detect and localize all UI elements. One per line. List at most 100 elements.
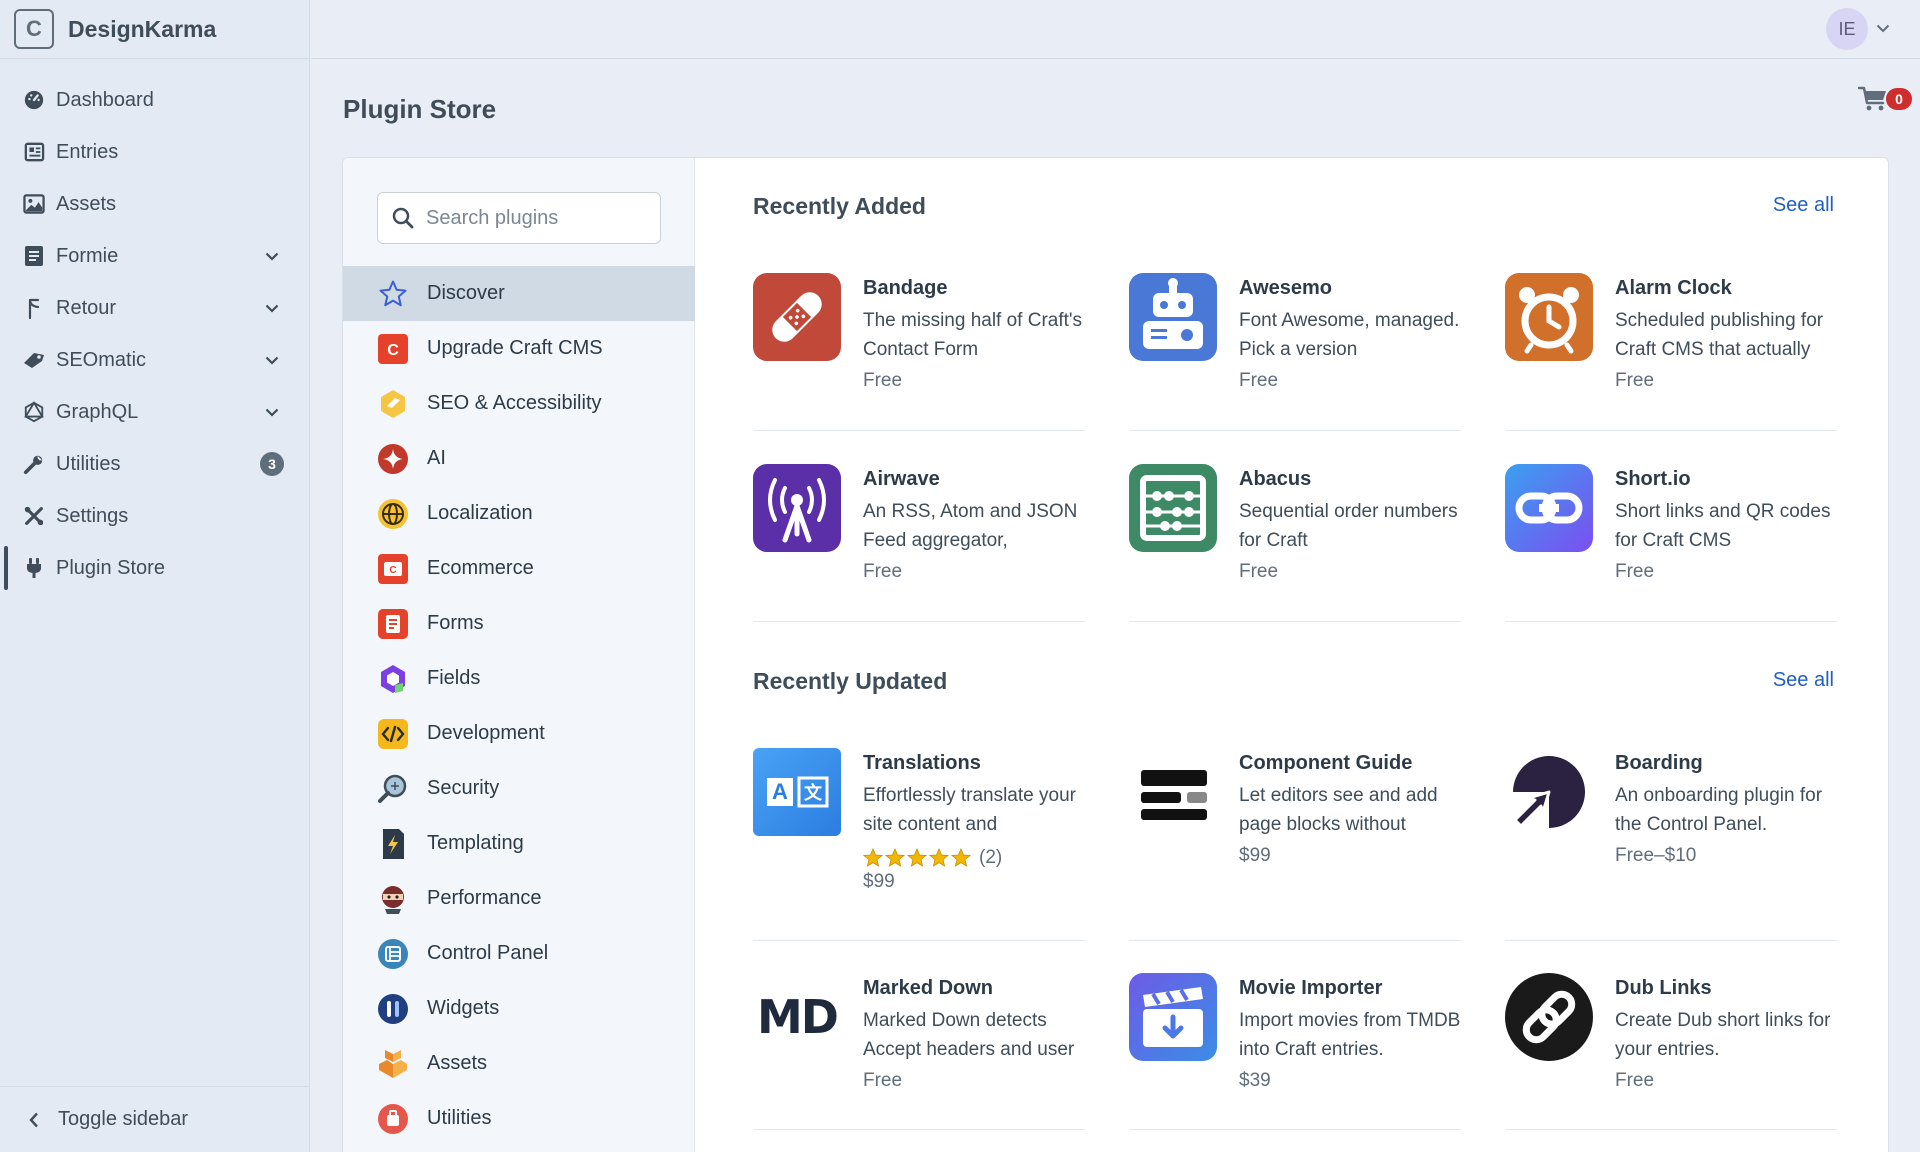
category-upgrade-craft[interactable]: C Upgrade Craft CMS bbox=[343, 321, 695, 376]
nav-label: Utilities bbox=[56, 452, 121, 475]
plugin-card-abacus[interactable]: Abacus Sequential order numbers for Craf… bbox=[1129, 464, 1461, 622]
cart-button[interactable]: 0 bbox=[1857, 86, 1912, 117]
signpost-icon bbox=[22, 296, 46, 320]
nav-item-formie[interactable]: Formie bbox=[0, 230, 309, 282]
category-utilities[interactable]: Utilities bbox=[343, 1091, 695, 1146]
chevron-down-icon[interactable] bbox=[257, 356, 287, 365]
toggle-sidebar-label: Toggle sidebar bbox=[58, 1108, 189, 1130]
plugin-name: Boarding bbox=[1615, 752, 1703, 774]
category-label: Upgrade Craft CMS bbox=[427, 337, 603, 359]
plugin-price: Free bbox=[1615, 561, 1655, 582]
search-input[interactable] bbox=[426, 206, 646, 230]
robot-icon bbox=[1129, 273, 1217, 361]
plugin-card-movie-importer[interactable]: Movie Importer Import movies from TMDB i… bbox=[1129, 973, 1461, 1130]
plugin-card-marked-down[interactable]: MD Marked Down Marked Down detects Accep… bbox=[753, 973, 1085, 1130]
see-all-recently-added-link[interactable]: See all bbox=[1773, 194, 1834, 217]
category-fields[interactable]: Fields bbox=[343, 651, 695, 706]
category-control-panel[interactable]: Control Panel bbox=[343, 926, 695, 981]
see-all-recently-updated-link[interactable]: See all bbox=[1773, 669, 1834, 692]
widgets-icon bbox=[377, 993, 409, 1025]
category-label: SEO & Accessibility bbox=[427, 392, 602, 414]
rating-stars bbox=[863, 848, 973, 868]
nav-item-dashboard[interactable]: Dashboard bbox=[0, 74, 309, 126]
star-icon bbox=[377, 278, 409, 310]
nav-item-retour[interactable]: Retour bbox=[0, 282, 309, 334]
plugin-card-airwave[interactable]: Airwave An RSS, Atom and JSON Feed aggre… bbox=[753, 464, 1085, 622]
plugin-content: Recently Added See all Bandage The missi… bbox=[695, 158, 1888, 1152]
category-seo-accessibility[interactable]: SEO & Accessibility bbox=[343, 376, 695, 431]
category-list: Discover C Upgrade Craft CMS SEO & Acces… bbox=[343, 266, 695, 1146]
category-ai[interactable]: AI bbox=[343, 431, 695, 486]
user-menu[interactable]: IE bbox=[1826, 8, 1890, 50]
globe-icon bbox=[377, 498, 409, 530]
category-templating[interactable]: Templating bbox=[343, 816, 695, 871]
svg-text:C: C bbox=[389, 565, 396, 576]
translate-icon: A文 bbox=[753, 748, 841, 836]
category-discover[interactable]: Discover bbox=[343, 266, 695, 321]
nav-label: Settings bbox=[56, 504, 129, 527]
plugin-card-component-guide[interactable]: Component Guide Let editors see and add … bbox=[1129, 748, 1461, 941]
plugin-name: Airwave bbox=[863, 468, 940, 490]
toggle-sidebar-button[interactable]: Toggle sidebar bbox=[0, 1086, 309, 1152]
plugin-card-dub-links[interactable]: Dub Links Create Dub short links for you… bbox=[1505, 973, 1837, 1130]
plugin-card-short-io[interactable]: Short.io Short links and QR codes for Cr… bbox=[1505, 464, 1837, 622]
plugin-price: $99 bbox=[1239, 845, 1271, 866]
plugin-description: An RSS, Atom and JSON Feed aggregator, bbox=[863, 501, 1078, 551]
plugin-card-bandage[interactable]: Bandage The missing half of Craft's Cont… bbox=[753, 273, 1085, 431]
category-performance[interactable]: Performance bbox=[343, 871, 695, 926]
category-localization[interactable]: Localization bbox=[343, 486, 695, 541]
plugin-name: Movie Importer bbox=[1239, 977, 1383, 999]
nav-item-seomatic[interactable]: SEOmatic bbox=[0, 334, 309, 386]
search-box[interactable] bbox=[377, 192, 661, 244]
plugin-description: An onboarding plugin for the Control Pan… bbox=[1615, 785, 1823, 835]
svg-text:C: C bbox=[387, 342, 399, 359]
chevron-down-icon[interactable] bbox=[1876, 20, 1890, 38]
nav-item-entries[interactable]: Entries bbox=[0, 126, 309, 178]
plugin-description: Marked Down detects Accept headers and u… bbox=[863, 1010, 1075, 1060]
bandage-icon bbox=[753, 273, 841, 361]
chevron-down-icon[interactable] bbox=[257, 252, 287, 261]
category-label: Widgets bbox=[427, 997, 500, 1019]
plugin-description: Scheduled publishing for Craft CMS that … bbox=[1615, 310, 1824, 360]
avatar[interactable]: IE bbox=[1826, 8, 1868, 50]
category-label: Templating bbox=[427, 832, 524, 854]
plugin-description: Short links and QR codes for Craft CMS bbox=[1615, 501, 1831, 551]
plugin-price: Free bbox=[863, 561, 903, 582]
category-ecommerce[interactable]: C Ecommerce bbox=[343, 541, 695, 596]
svg-text:A: A bbox=[772, 779, 788, 804]
tools-icon bbox=[22, 504, 46, 528]
plugin-card-awesemo[interactable]: Awesemo Font Awesome, managed. Pick a ve… bbox=[1129, 273, 1461, 431]
category-security[interactable]: Security bbox=[343, 761, 695, 816]
plugin-price: Free bbox=[863, 370, 903, 391]
category-label: Utilities bbox=[427, 1107, 492, 1129]
category-widgets[interactable]: Widgets bbox=[343, 981, 695, 1036]
nav-item-graphql[interactable]: GraphQL bbox=[0, 386, 309, 438]
md-logo-icon: MD bbox=[757, 990, 839, 1044]
lightning-icon bbox=[377, 828, 409, 860]
plugin-card-boarding[interactable]: Boarding An onboarding plugin for the Co… bbox=[1505, 748, 1837, 941]
panel-icon bbox=[377, 938, 409, 970]
plugin-card-alarm-clock[interactable]: Alarm Clock Scheduled publishing for Cra… bbox=[1505, 273, 1837, 431]
code-icon bbox=[377, 718, 409, 750]
nav-item-plugin-store[interactable]: Plugin Store bbox=[0, 542, 309, 594]
plugin-price: $99 bbox=[863, 871, 895, 892]
nav-item-utilities[interactable]: Utilities 3 bbox=[0, 438, 309, 490]
form-icon bbox=[22, 244, 46, 268]
rating-count: (2) bbox=[979, 847, 1003, 868]
nav-item-assets[interactable]: Assets bbox=[0, 178, 309, 230]
nav-item-settings[interactable]: Settings bbox=[0, 490, 309, 542]
plugin-price: Free bbox=[1615, 370, 1655, 391]
category-development[interactable]: Development bbox=[343, 706, 695, 761]
brand[interactable]: C DesignKarma bbox=[0, 0, 309, 59]
category-label: Security bbox=[427, 777, 500, 799]
chevron-down-icon[interactable] bbox=[257, 304, 287, 313]
category-label: Control Panel bbox=[427, 942, 549, 964]
category-label: AI bbox=[427, 447, 446, 469]
plugin-card-translations[interactable]: A文 Translations Effortlessly translate y… bbox=[753, 748, 1085, 941]
category-assets[interactable]: Assets bbox=[343, 1036, 695, 1091]
main-nav: Dashboard Entries Assets Formie Retour S… bbox=[0, 59, 309, 594]
tools-box-icon bbox=[377, 1103, 409, 1135]
chevron-down-icon[interactable] bbox=[257, 408, 287, 417]
category-forms[interactable]: Forms bbox=[343, 596, 695, 651]
plugin-name: Alarm Clock bbox=[1615, 277, 1732, 299]
